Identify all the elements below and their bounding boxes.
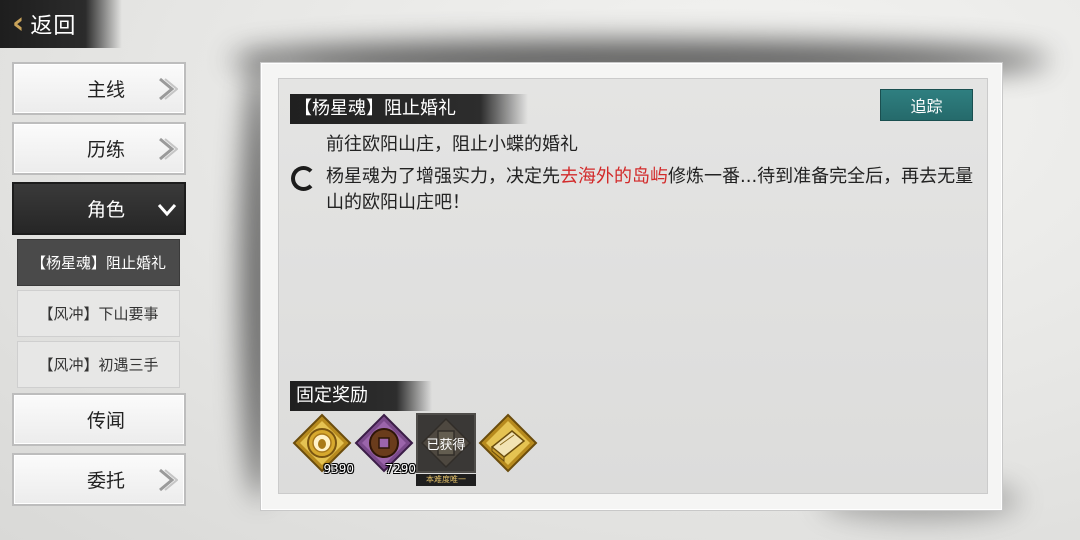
reward-quantity: 9390 xyxy=(323,462,354,476)
sidebar-item-label: 传闻 xyxy=(86,410,125,432)
sub-item-quest[interactable]: 【杨星魂】阻止婚礼 xyxy=(17,239,180,286)
sub-item-quest[interactable]: 【风冲】初遇三手 xyxy=(17,341,180,388)
sub-item-quest[interactable]: 【风冲】下山要事 xyxy=(17,290,180,337)
desc-highlight: 去海外的岛屿 xyxy=(560,166,668,187)
book-icon xyxy=(478,413,538,473)
track-button[interactable]: 追踪 xyxy=(880,89,973,121)
unique-tag: 本难度唯一 xyxy=(416,474,476,486)
quest-objective: 前往欧阳山庄，阻止小蝶的婚礼 xyxy=(326,134,578,155)
in-progress-icon xyxy=(291,166,316,191)
desc-text: 杨星魂为了增强实力，决定先 xyxy=(326,166,560,187)
chevron-right-icon xyxy=(159,77,178,101)
rewards-heading: 固定奖励 xyxy=(290,381,432,411)
sidebar-item-main[interactable]: 主线 xyxy=(12,62,186,115)
back-button[interactable]: ‹ 返回 xyxy=(0,0,122,48)
reward-item[interactable] xyxy=(478,413,538,473)
quest-description: 杨星魂为了增强实力，决定先去海外的岛屿修炼一番...待到准备完全后，再去无量山的… xyxy=(326,164,981,216)
sidebar-item-rumors[interactable]: 传闻 xyxy=(12,393,186,446)
reward-quantity: 7290 xyxy=(385,462,416,476)
quest-title: 【杨星魂】阻止婚礼 xyxy=(290,94,528,124)
chevron-left-icon: ‹ xyxy=(12,6,25,41)
obtained-badge: 已获得 xyxy=(416,413,476,473)
sidebar-item-commission[interactable]: 委托 xyxy=(12,453,186,506)
reward-item[interactable]: 9390 xyxy=(292,413,354,476)
reward-item[interactable]: 7290 xyxy=(354,413,416,476)
back-label: 返回 xyxy=(30,14,77,39)
sidebar-item-training[interactable]: 历练 xyxy=(12,122,186,175)
chevron-right-icon xyxy=(159,137,178,161)
sidebar-item-character[interactable]: 角色 xyxy=(12,182,186,235)
chevron-right-icon xyxy=(159,468,178,492)
chevron-down-icon xyxy=(157,204,177,217)
